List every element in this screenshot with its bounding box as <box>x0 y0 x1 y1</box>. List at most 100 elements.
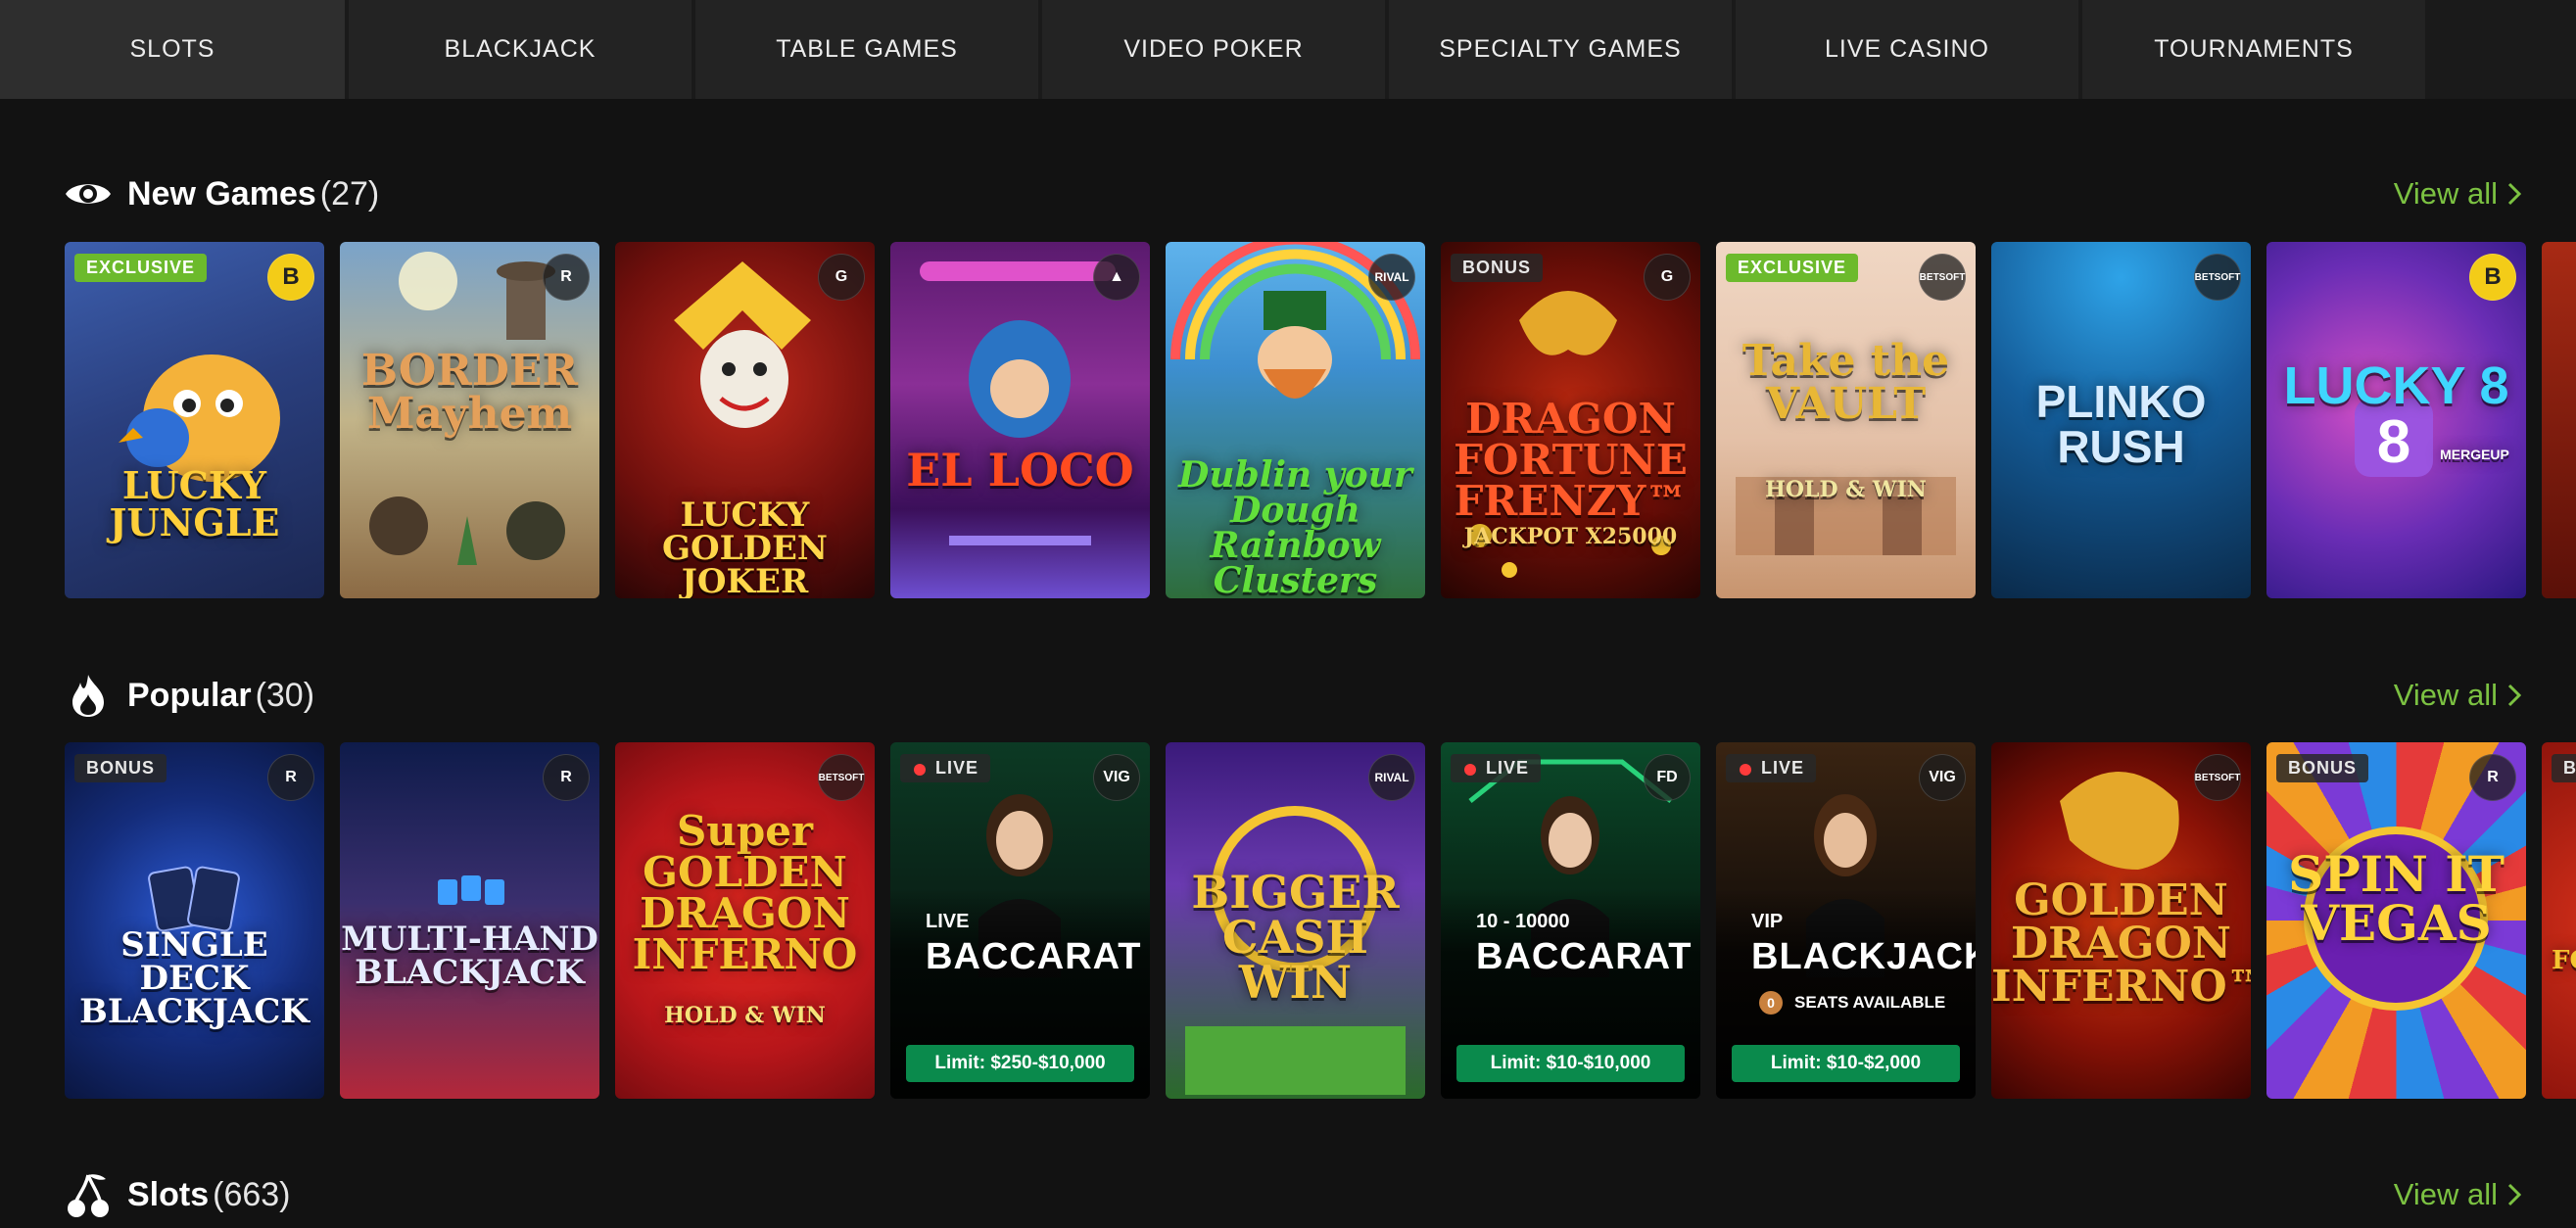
game-title: PLINKO RUSH <box>2035 376 2207 472</box>
view-all-link[interactable]: View all <box>2394 1177 2521 1212</box>
provider-logo-icon: BETSOFT <box>2194 254 2241 301</box>
game-card[interactable]: LIVE BACCARAT Limit: $250-$10,000 LIVE V… <box>890 742 1150 1099</box>
game-card[interactable]: 8 LUCKY 8 MERGEUP B <box>2266 242 2526 598</box>
tab-table-games[interactable]: TABLE GAMES <box>695 0 1038 99</box>
game-title: SINGLE DECK BLACKJACK <box>79 925 310 1031</box>
table-limit-button[interactable]: Limit: $10-$10,000 <box>1456 1045 1685 1082</box>
view-all-label: View all <box>2393 176 2498 211</box>
exclusive-badge: EXCLUSIVE <box>74 254 208 282</box>
game-card[interactable]: LUCKY GOLDEN JOKER G <box>615 242 875 598</box>
game-title: BORDER Mayhem <box>360 346 579 439</box>
provider-logo-icon: FD <box>1644 754 1691 801</box>
provider-logo-icon: ▲ <box>1093 254 1140 301</box>
view-all-link[interactable]: View all <box>2394 678 2521 713</box>
table-subtitle: LIVE <box>926 911 970 932</box>
hold-win-label: HOLD & WIN <box>1765 477 1927 502</box>
provider-logo-icon: R <box>267 754 314 801</box>
game-card[interactable]: Dublin your Dough Rainbow Clusters RIVAL <box>1166 242 1425 598</box>
bonus-badge: BONUS <box>74 754 167 782</box>
provider-logo-icon: B <box>267 254 314 301</box>
section-count: (30) <box>255 676 315 714</box>
flame-icon <box>63 670 114 721</box>
tab-blackjack[interactable]: BLACKJACK <box>349 0 692 99</box>
live-badge: LIVE <box>1726 754 1817 782</box>
game-card[interactable]: LUCKY JUNGLE EXCLUSIVE B <box>65 242 324 598</box>
category-tab-bar: SLOTS BLACKJACK TABLE GAMES VIDEO POKER … <box>0 0 2576 99</box>
popular-row: SINGLE DECK BLACKJACK BONUS R MULTI-HAND… <box>65 742 2576 1099</box>
provider-logo-icon: R <box>543 754 590 801</box>
provider-logo-icon: VIG <box>1919 754 1966 801</box>
eye-icon <box>63 168 114 219</box>
svg-text:8: 8 <box>2377 408 2410 476</box>
table-limit-button[interactable]: Limit: $250-$10,000 <box>906 1045 1134 1082</box>
game-card[interactable]: Take the VAULT HOLD & WIN EXCLUSIVE BETS… <box>1716 242 1976 598</box>
provider-logo-icon: G <box>818 254 865 301</box>
table-subtitle: 10 - 10000 <box>1476 911 1570 932</box>
provider-logo-icon: G <box>1644 254 1691 301</box>
tab-specialty-games[interactable]: SPECIALTY GAMES <box>1389 0 1732 99</box>
tab-live-casino[interactable]: LIVE CASINO <box>1736 0 2078 99</box>
game-title: EL LOCO <box>906 444 1134 496</box>
popular-header: Popular (30) View all <box>63 668 2521 723</box>
section-title: New Games <box>127 174 316 213</box>
game-card[interactable]: BIGGER CASH WIN RIVAL <box>1166 742 1425 1099</box>
view-all-label: View all <box>2393 678 2498 712</box>
game-title: Super GOLDEN DRAGON INFERNO <box>632 807 858 978</box>
game-title: Dublin your Dough Rainbow Clusters <box>1178 454 1412 598</box>
seats-label: SEATS AVAILABLE <box>1794 993 1946 1012</box>
chevron-right-icon <box>2507 684 2521 707</box>
seats-available: 0 SEATS AVAILABLE <box>1759 991 1945 1015</box>
provider-logo-icon: R <box>543 254 590 301</box>
tab-tournaments[interactable]: TOURNAMENTS <box>2082 0 2425 99</box>
game-title: BIGGER CASH WIN <box>1191 866 1400 1009</box>
game-card[interactable]: SINGLE DECK BLACKJACK BONUS R <box>65 742 324 1099</box>
section-count: (27) <box>319 174 380 213</box>
game-card[interactable]: SPIN IT VEGAS BONUS R <box>2266 742 2526 1099</box>
provider-logo-icon: BETSOFT <box>2194 754 2241 801</box>
view-all-label: View all <box>2393 1177 2498 1211</box>
table-name: BLACKJACK <box>1751 936 1976 977</box>
live-badge: LIVE <box>900 754 991 782</box>
table-subtitle: VIP <box>1751 911 1784 932</box>
game-card[interactable]: BORDER Mayhem R <box>340 242 599 598</box>
game-card[interactable]: DRAGON FORTUNE FRENZY™ JACKPOT X25000 BO… <box>1441 242 1700 598</box>
hold-win-label: HOLD & WIN <box>664 1003 826 1028</box>
table-name: BACCARAT <box>926 936 1142 977</box>
bonus-badge: BONUS <box>1451 254 1544 282</box>
game-card[interactable]: Super GOLDEN DRAGON INFERNO HOLD & WIN B… <box>615 742 875 1099</box>
chevron-right-icon <box>2507 1183 2521 1206</box>
game-title: MULTI-HAND BLACKJACK <box>341 920 598 992</box>
provider-logo-icon: RIVAL <box>1368 754 1415 801</box>
exclusive-badge: EXCLUSIVE <box>1726 254 1859 282</box>
game-title: GOLDEN DRAGON INFERNO™ <box>1991 875 2251 1012</box>
section-title: Slots <box>127 1175 210 1213</box>
provider-logo-icon: R <box>2469 754 2516 801</box>
game-card[interactable]: PLINKO RUSH BETSOFT <box>1991 242 2251 598</box>
provider-logo-icon: B <box>2469 254 2516 301</box>
table-name: BACCARAT <box>1476 936 1693 977</box>
provider-logo-icon: RIVAL <box>1368 254 1415 301</box>
game-card[interactable]: 10 - 10000 BACCARAT Limit: $10-$10,000 L… <box>1441 742 1700 1099</box>
tab-slots[interactable]: SLOTS <box>0 0 345 99</box>
view-all-link[interactable]: View all <box>2394 176 2521 212</box>
provider-logo-icon: BETSOFT <box>818 754 865 801</box>
game-card[interactable] <box>2542 242 2576 598</box>
bonus-badge: BONUS <box>2276 754 2369 782</box>
seats-count-badge: 0 <box>1759 991 1783 1015</box>
chevron-right-icon <box>2507 182 2521 206</box>
table-limit-button[interactable]: Limit: $10-$2,000 <box>1732 1045 1960 1082</box>
game-card[interactable]: MULTI-HAND BLACKJACK R <box>340 742 599 1099</box>
cherries-icon <box>63 1169 114 1220</box>
game-card[interactable]: BO FO <box>2542 742 2576 1099</box>
game-card[interactable]: GOLDEN DRAGON INFERNO™ BETSOFT <box>1991 742 2251 1099</box>
live-badge: LIVE <box>1451 754 1542 782</box>
game-card[interactable]: EL LOCO ▲ <box>890 242 1150 598</box>
tab-video-poker[interactable]: VIDEO POKER <box>1042 0 1385 99</box>
new-games-row: LUCKY JUNGLE EXCLUSIVE B BORDER Mayhem R… <box>65 242 2576 598</box>
game-title: FO <box>2552 946 2576 975</box>
game-title: LUCKY GOLDEN JOKER <box>661 496 829 598</box>
bonus-badge: BO <box>2552 754 2576 782</box>
game-card[interactable]: VIP BLACKJACK 0 SEATS AVAILABLE Limit: $1… <box>1716 742 1976 1099</box>
game-title: DRAGON FORTUNE FRENZY™ <box>1454 395 1688 525</box>
game-subtitle: MERGEUP <box>2440 447 2509 462</box>
